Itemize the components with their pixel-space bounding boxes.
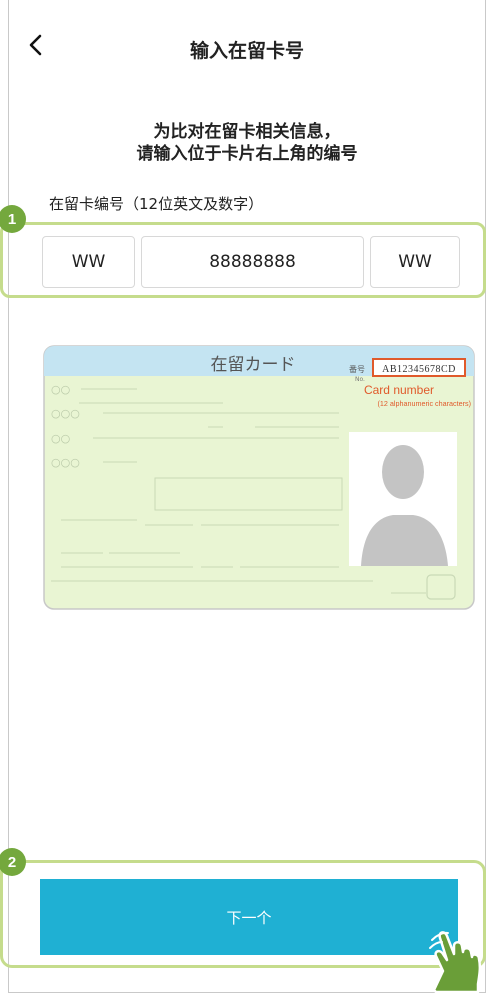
card-number-suffix-input[interactable]: WW (370, 236, 460, 288)
header: 输入在留卡号 (9, 0, 485, 92)
card-number-label: 在留卡编号（12位英文及数字） (49, 195, 264, 213)
card-number-digits-input[interactable]: 88888888 (141, 236, 364, 288)
card-row-1: ○○ (51, 383, 70, 396)
next-button-highlight: 下一个 (0, 860, 486, 968)
instruction-text: 为比对在留卡相关信息， 请输入位于卡片右上角的编号 (9, 121, 485, 165)
next-button[interactable]: 下一个 (40, 879, 458, 955)
card-number-callout-note: (12 alphanumeric characters) (378, 399, 471, 408)
page-title: 输入在留卡号 (189, 40, 304, 62)
tap-hand-icon (429, 931, 482, 993)
instruction-line-1: 为比对在留卡相关信息， (153, 122, 341, 142)
portrait-placeholder (349, 432, 457, 566)
residence-card-illustration: 在留カード 番号 No. AB12345678CD Card number (1… (43, 345, 475, 610)
card-number-example: AB12345678CD (382, 364, 456, 375)
instruction-line-2: 请输入位于卡片右上角的编号 (136, 144, 358, 164)
card-number-input-group: WW 88888888 WW (0, 222, 486, 298)
card-number-label-no: No. (355, 376, 365, 383)
card-number-callout: Card number (364, 383, 434, 397)
card-number-label-jp: 番号 (349, 364, 365, 374)
card-row-3: ○○ (51, 432, 70, 445)
card-row-2: ○○○ (51, 407, 80, 420)
card-title: 在留カード (211, 355, 296, 375)
card-row-4: ○○○ (51, 456, 80, 469)
card-number-prefix-input[interactable]: WW (42, 236, 135, 288)
app-screen: 输入在留卡号 为比对在留卡相关信息， 请输入位于卡片右上角的编号 在留卡编号（1… (8, 0, 486, 993)
